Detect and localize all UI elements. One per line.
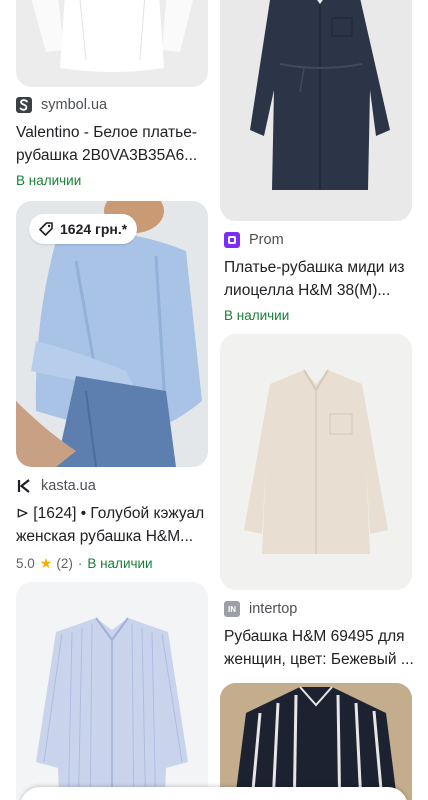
price-badge: 1624 грн.*: [29, 214, 138, 244]
bottom-floating-bar[interactable]: [20, 787, 408, 800]
intertop-site-icon: IN: [224, 601, 240, 617]
result-source: kasta.ua: [41, 478, 96, 494]
product-image-beige-shirt[interactable]: [220, 334, 412, 590]
result-title[interactable]: Платье-рубашка миди из лиоцелла H&M 38(M…: [224, 256, 416, 302]
result-title[interactable]: ⊳ [1624] • Голубой кэжуал женская рубашк…: [16, 502, 208, 548]
product-image-striped-shirt[interactable]: [16, 582, 208, 800]
price-text: 1624 грн.*: [60, 221, 128, 237]
result-card-kasta[interactable]: kasta.ua ⊳ [1624] • Голубой кэжуал женск…: [16, 476, 208, 572]
rating-value: 5.0: [16, 555, 35, 571]
star-icon: ★: [39, 554, 53, 571]
symbol-site-icon: [16, 97, 32, 113]
result-source: intertop: [249, 601, 298, 617]
product-image-white-shirt-dress[interactable]: [16, 0, 208, 87]
price-tag-icon: [39, 222, 53, 236]
prom-site-icon: [224, 232, 240, 248]
result-card-intertop[interactable]: IN intertop Рубашка H&M 69495 для женщин…: [224, 599, 416, 671]
stock-status: В наличии: [224, 308, 290, 323]
result-card-prom[interactable]: Prom Платье-рубашка миди из лиоцелла H&M…: [224, 230, 416, 326]
result-title[interactable]: Valentino - Белое платье-рубашка 2B0VA3B…: [16, 121, 208, 167]
result-card-symbol[interactable]: symbol.ua Valentino - Белое платье-рубаш…: [16, 95, 208, 191]
product-image-black-striped-shirt[interactable]: [220, 683, 412, 800]
product-image-navy-shirt-dress[interactable]: [220, 0, 412, 221]
stock-status: В наличии: [87, 555, 153, 571]
result-title[interactable]: Рубашка H&M 69495 для женщин, цвет: Беже…: [224, 625, 416, 671]
result-source: symbol.ua: [41, 97, 108, 113]
separator-dot: ·: [77, 555, 83, 571]
kasta-site-icon: [16, 478, 32, 494]
product-image-blue-shirt[interactable]: 1624 грн.*: [16, 201, 208, 467]
review-count: (2): [56, 555, 73, 571]
result-source: Prom: [249, 232, 284, 248]
stock-status: В наличии: [16, 173, 82, 188]
rating-row: 5.0 ★ (2) · В наличии: [16, 554, 208, 572]
